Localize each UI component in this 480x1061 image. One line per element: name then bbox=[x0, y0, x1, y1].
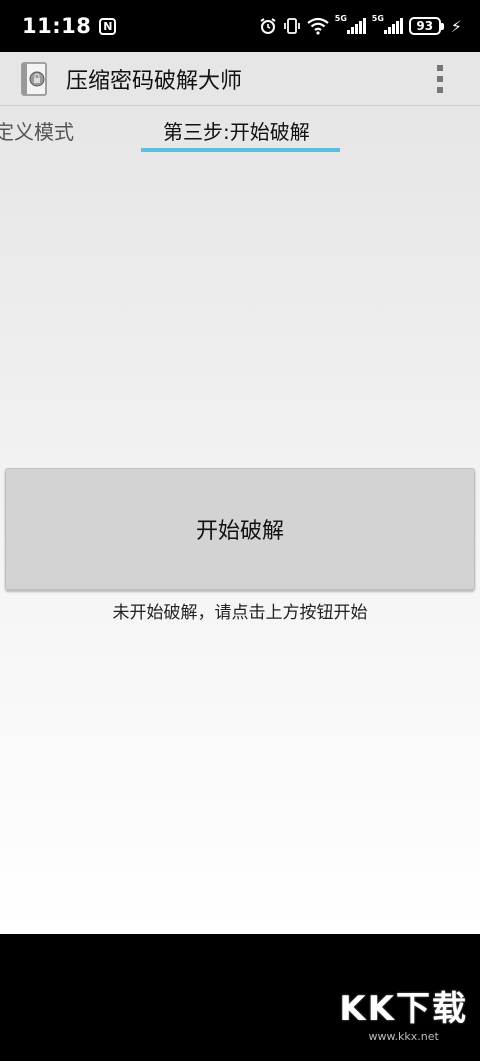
signal-label-2: 5G bbox=[371, 14, 384, 23]
tab-start-crack[interactable]: 第三步:开始破解 bbox=[163, 116, 310, 145]
tab-indicator bbox=[141, 148, 340, 152]
cell-signal-icon: 5G bbox=[335, 14, 366, 34]
tab-strip: 定义模式 第三步:开始破解 bbox=[0, 106, 480, 156]
wifi-icon bbox=[307, 17, 329, 35]
status-bar: 11:18 N 5G 5G 93 ⚡ bbox=[0, 0, 480, 52]
cell-signal-icon-2: 5G bbox=[372, 14, 403, 34]
status-time: 11:18 bbox=[22, 14, 92, 38]
alarm-icon bbox=[260, 18, 276, 34]
tab-custom-mode[interactable]: 定义模式 bbox=[0, 116, 74, 145]
watermark-logo: KK下载 bbox=[339, 989, 468, 1029]
overflow-menu-icon[interactable] bbox=[420, 52, 460, 106]
watermark-url: www.kkx.net bbox=[368, 1030, 439, 1043]
battery-icon: 93 bbox=[408, 17, 444, 35]
app-lock-icon bbox=[21, 61, 47, 96]
app-window: 压缩密码破解大师 定义模式 第三步:开始破解 开始破解 未开始破解，请点击上方按… bbox=[0, 52, 480, 934]
action-bar: 压缩密码破解大师 bbox=[0, 52, 480, 106]
nfc-icon: N bbox=[99, 17, 117, 35]
crack-status-text: 未开始破解，请点击上方按钮开始 bbox=[112, 603, 368, 623]
app-title: 压缩密码破解大师 bbox=[66, 68, 243, 94]
start-crack-button[interactable]: 开始破解 bbox=[5, 468, 475, 590]
vibrate-icon bbox=[283, 18, 300, 34]
status-icons: 5G 5G 93 ⚡ bbox=[259, 14, 462, 36]
signal-label: 5G bbox=[334, 14, 347, 23]
watermark: KK下载 www.kkx.net bbox=[339, 981, 468, 1043]
charging-icon: ⚡ bbox=[450, 16, 462, 36]
